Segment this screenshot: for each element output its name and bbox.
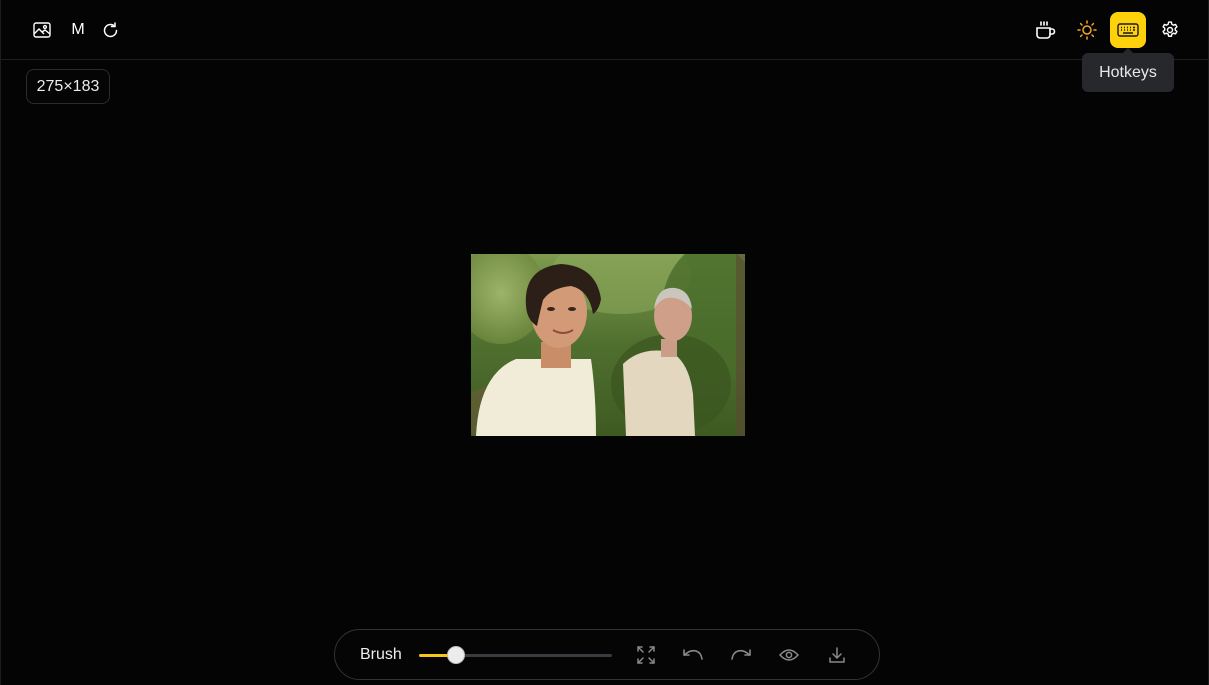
undo-button[interactable] — [678, 640, 708, 670]
canvas-image[interactable] — [471, 254, 745, 436]
hotkeys-tooltip: Hotkeys — [1082, 48, 1174, 92]
fit-screen-icon — [637, 646, 655, 664]
app-window: M 275×183 Hotkeys Brush — [0, 0, 1209, 685]
coffee-button[interactable] — [1028, 12, 1064, 48]
keyboard-icon — [1117, 23, 1139, 37]
mask-button[interactable]: M — [60, 12, 96, 48]
preview-button[interactable] — [774, 640, 804, 670]
undo-icon — [683, 649, 703, 660]
brush-size-slider[interactable] — [419, 646, 612, 664]
image-icon — [33, 22, 51, 38]
header-bar: M — [1, 0, 1208, 60]
settings-button[interactable] — [1152, 12, 1188, 48]
refresh-icon — [103, 21, 117, 37]
image-upload-button[interactable] — [24, 12, 60, 48]
theme-toggle-button[interactable] — [1069, 12, 1105, 48]
fit-screen-button[interactable] — [631, 640, 661, 670]
download-button[interactable] — [822, 640, 852, 670]
download-icon — [829, 647, 845, 663]
redo-button[interactable] — [726, 640, 756, 670]
coffee-icon — [1036, 21, 1056, 39]
sun-icon — [1077, 20, 1097, 40]
image-size-badge: 275×183 — [26, 69, 110, 104]
slider-thumb[interactable] — [446, 646, 465, 664]
hotkeys-button[interactable] — [1110, 12, 1146, 48]
mask-label: M — [71, 21, 85, 38]
redo-icon — [731, 649, 751, 660]
gear-icon — [1162, 21, 1178, 37]
refresh-button[interactable] — [92, 12, 128, 48]
eye-icon — [779, 649, 799, 661]
photo-illustration — [471, 254, 745, 436]
editor-toolbar: Brush — [334, 629, 880, 680]
brush-label: Brush — [360, 646, 402, 663]
